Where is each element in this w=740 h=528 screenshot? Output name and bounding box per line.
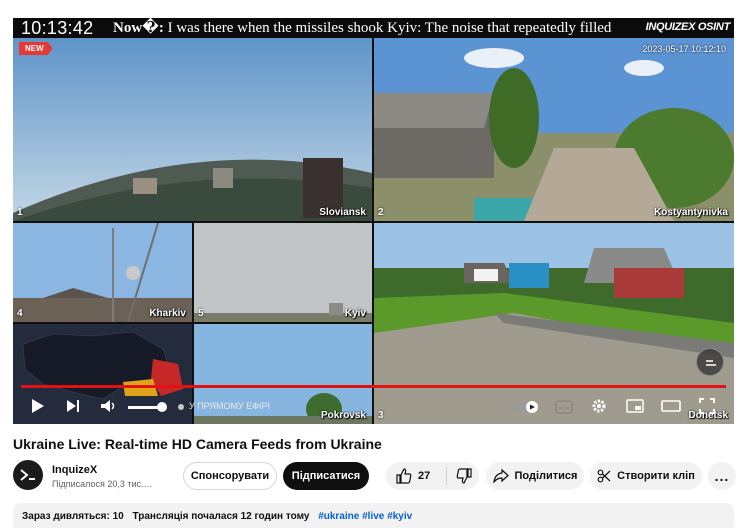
video-title: Ukraine Live: Real-time HD Camera Feeds … xyxy=(13,436,382,452)
channel-logo-icon xyxy=(20,469,35,481)
miniplayer-button[interactable] xyxy=(626,399,644,413)
play-icon xyxy=(32,399,44,413)
ticker-prefix: Now�: xyxy=(113,20,164,36)
camera-label: Kharkiv xyxy=(149,308,186,319)
camera-label: Kostyantynivka xyxy=(654,207,728,218)
camera-feed-kostyantynivka: 2 Kostyantynivka xyxy=(374,38,734,221)
autoplay-toggle[interactable] xyxy=(513,400,541,414)
subtitles-icon xyxy=(555,400,573,414)
sponsor-button[interactable]: Спонсорувати xyxy=(183,462,277,490)
camera-feed-kyiv: 5 Kyiv xyxy=(194,223,372,322)
dislike-icon xyxy=(456,468,472,484)
live-indicator-dot xyxy=(178,404,184,410)
miniplayer-icon xyxy=(626,399,644,413)
channel-avatar[interactable] xyxy=(13,460,43,490)
camera-label: Pokrovsk xyxy=(320,410,366,421)
camera-feed-donetsk: 3 Donetsk xyxy=(374,223,734,424)
progress-bar[interactable] xyxy=(21,385,726,388)
next-icon xyxy=(67,400,79,412)
scissors-icon xyxy=(597,469,611,483)
like-count: 27 xyxy=(418,470,431,482)
subtitles-button[interactable] xyxy=(555,400,573,414)
dislike-button[interactable] xyxy=(447,468,472,484)
sloviansk-scene xyxy=(13,38,372,221)
theater-icon xyxy=(661,400,681,412)
hashtag[interactable]: #kyiv xyxy=(387,511,412,522)
like-button[interactable]: 27 xyxy=(386,468,446,484)
hashtag[interactable]: #live xyxy=(362,511,384,522)
more-actions-button[interactable]: ... xyxy=(708,462,736,490)
like-dislike-group: 27 xyxy=(386,462,479,490)
kostyantynivka-scene xyxy=(374,38,734,221)
watching-now: Зараз дивляться: 10 xyxy=(22,511,124,522)
description-box[interactable]: Зараз дивляться: 10 Трансляція почалася … xyxy=(13,503,734,528)
camera-timestamp: 2023-05-17 10:12:10 xyxy=(642,44,726,54)
camera-number: 4 xyxy=(17,308,23,319)
like-icon xyxy=(396,468,412,484)
hashtag[interactable]: #ukraine xyxy=(318,511,359,522)
volume-knob[interactable] xyxy=(157,402,167,412)
share-label: Поділитися xyxy=(514,470,578,482)
subscribe-button[interactable]: Підписатися xyxy=(283,462,369,490)
news-ticker: Now�: I was there when the missiles shoo… xyxy=(113,18,653,38)
overlay-icon xyxy=(706,360,716,366)
fullscreen-button[interactable] xyxy=(699,398,715,414)
autoplay-toggle-icon xyxy=(513,401,538,413)
next-button[interactable] xyxy=(66,399,80,413)
stream-started: Трансляція почалася 12 годин тому xyxy=(132,511,310,522)
camera-number: 2 xyxy=(378,207,384,218)
brand-logo: INQUIZEX OSINT xyxy=(645,21,731,33)
camera-number: 5 xyxy=(198,308,204,319)
share-button[interactable]: Поділитися xyxy=(486,462,584,490)
volume-icon xyxy=(101,400,115,412)
volume-button[interactable] xyxy=(100,399,118,413)
donetsk-scene xyxy=(374,223,734,424)
clock: 10:13:42 xyxy=(21,18,94,38)
settings-button[interactable] xyxy=(591,398,607,414)
camera-feed-sloviansk: 1 Sloviansk xyxy=(13,38,372,221)
camera-label: Kyiv xyxy=(344,308,366,319)
ticker-text: I was there when the missiles shook Kyiv… xyxy=(163,20,612,36)
cast-overlay-button[interactable] xyxy=(696,348,724,376)
video-player[interactable]: 10:13:42 Now�: I was there when the miss… xyxy=(13,18,734,424)
camera-number: 3 xyxy=(378,410,384,421)
theater-mode-button[interactable] xyxy=(661,400,681,412)
live-label: У ПРЯМОМУ ЕФІРІ xyxy=(189,401,271,411)
settings-icon xyxy=(592,399,606,413)
play-button[interactable] xyxy=(31,398,45,414)
create-clip-button[interactable]: Створити кліп xyxy=(590,462,702,490)
clip-label: Створити кліп xyxy=(617,470,695,482)
channel-name[interactable]: InquizeX xyxy=(52,464,97,476)
fullscreen-icon xyxy=(699,398,715,414)
share-icon xyxy=(492,469,509,483)
ticker-bar: 10:13:42 Now�: I was there when the miss… xyxy=(13,18,734,38)
camera-number: 1 xyxy=(17,207,23,218)
camera-feed-kharkiv: 4 Kharkiv xyxy=(13,223,192,322)
subscriber-count: Підписалося 20,3 тис.… xyxy=(52,479,153,489)
camera-label: Sloviansk xyxy=(319,207,366,218)
new-badge: NEW xyxy=(19,42,53,55)
